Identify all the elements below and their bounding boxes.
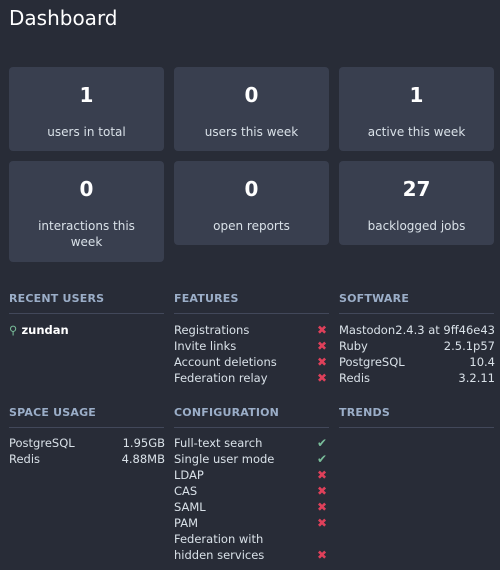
stat-value: 0 xyxy=(244,177,259,201)
config-row: LDAP ✖ xyxy=(174,467,327,483)
config-row: Single user mode ✔ xyxy=(174,451,327,467)
disabled-icon: ✖ xyxy=(316,323,327,337)
feature-row: Account deletions ✖ xyxy=(174,354,327,370)
config-row: SAML ✖ xyxy=(174,499,327,515)
disabled-icon: ✖ xyxy=(316,468,327,482)
software-row: Mastodon 2.4.3 at 9ff46e43 xyxy=(339,322,495,338)
stat-label: backlogged jobs xyxy=(367,219,466,233)
config-row: PAM ✖ xyxy=(174,515,327,531)
trends-heading: TRENDS xyxy=(339,406,390,419)
features-heading: FEATURES xyxy=(174,292,239,305)
stat-value: 1 xyxy=(79,83,94,107)
config-label: Federation with hidden services xyxy=(174,532,265,562)
config-row: Federation with hidden services ✖ xyxy=(174,531,327,563)
configuration-heading: CONFIGURATION xyxy=(174,406,280,419)
feature-row: Federation relay ✖ xyxy=(174,370,327,386)
config-label: PAM xyxy=(174,516,198,530)
page-title: Dashboard xyxy=(9,6,118,30)
software-version: 3.2.11 xyxy=(458,371,495,385)
config-row: Full-text search ✔ xyxy=(174,435,327,451)
software-version: 2.5.1p57 xyxy=(443,339,495,353)
disabled-icon: ✖ xyxy=(316,355,327,369)
stat-label: interactions this week xyxy=(38,219,135,249)
feature-row: Invite links ✖ xyxy=(174,338,327,354)
stat-card-users-total: 1 users in total xyxy=(9,67,164,151)
config-label: LDAP xyxy=(174,468,204,482)
software-name: PostgreSQL xyxy=(339,355,405,369)
section-divider xyxy=(174,427,329,428)
section-divider xyxy=(339,427,494,428)
section-divider xyxy=(174,313,329,314)
key-icon: ⚲ xyxy=(9,323,18,337)
space-usage-heading: SPACE USAGE xyxy=(9,406,97,419)
config-label: Single user mode xyxy=(174,452,275,466)
software-row: Redis 3.2.11 xyxy=(339,370,495,386)
stat-value: 0 xyxy=(244,83,259,107)
space-name: Redis xyxy=(9,452,41,466)
feature-row: Registrations ✖ xyxy=(174,322,327,338)
stat-label: users this week xyxy=(204,125,299,139)
software-name: Mastodon xyxy=(339,323,396,337)
stat-value: 0 xyxy=(79,177,94,201)
stat-label: open reports xyxy=(213,219,290,233)
stat-card-open-reports: 0 open reports xyxy=(174,161,329,245)
space-row: PostgreSQL 1.95GB xyxy=(9,435,165,451)
feature-label: Account deletions xyxy=(174,355,277,369)
recent-users-heading: RECENT USERS xyxy=(9,292,105,305)
recent-user-link[interactable]: ⚲ zundan xyxy=(9,322,69,338)
section-divider xyxy=(9,427,164,428)
software-version: 2.4.3 at 9ff46e43 xyxy=(395,323,495,337)
space-size: 1.95GB xyxy=(122,436,165,450)
enabled-icon: ✔ xyxy=(316,452,327,466)
software-heading: SOFTWARE xyxy=(339,292,410,305)
config-label: Full-text search xyxy=(174,436,263,450)
space-row: Redis 4.88MB xyxy=(9,451,165,467)
stat-value: 1 xyxy=(409,83,424,107)
stat-card-interactions-week: 0 interactions this week xyxy=(9,161,164,262)
software-name: Ruby xyxy=(339,339,368,353)
feature-label: Federation relay xyxy=(174,371,268,385)
enabled-icon: ✔ xyxy=(316,436,327,450)
stat-label: active this week xyxy=(367,125,466,139)
disabled-icon: ✖ xyxy=(316,516,327,530)
config-label: SAML xyxy=(174,500,206,514)
stat-card-users-week: 0 users this week xyxy=(174,67,329,151)
config-label: CAS xyxy=(174,484,198,498)
software-row: PostgreSQL 10.4 xyxy=(339,354,495,370)
software-row: Ruby 2.5.1p57 xyxy=(339,338,495,354)
section-divider xyxy=(339,313,494,314)
disabled-icon: ✖ xyxy=(316,500,327,514)
recent-user-name: zundan xyxy=(21,323,69,337)
software-version: 10.4 xyxy=(469,355,495,369)
stat-label: users in total xyxy=(47,125,126,139)
disabled-icon: ✖ xyxy=(316,339,327,353)
config-row: CAS ✖ xyxy=(174,483,327,499)
feature-label: Registrations xyxy=(174,323,250,337)
section-divider xyxy=(9,313,164,314)
stat-card-active-week: 1 active this week xyxy=(339,67,494,151)
disabled-icon: ✖ xyxy=(316,484,327,498)
software-name: Redis xyxy=(339,371,371,385)
disabled-icon: ✖ xyxy=(316,548,327,562)
disabled-icon: ✖ xyxy=(316,371,327,385)
stat-value: 27 xyxy=(402,177,431,201)
stat-card-backlogged-jobs: 27 backlogged jobs xyxy=(339,161,494,245)
space-size: 4.88MB xyxy=(121,452,165,466)
feature-label: Invite links xyxy=(174,339,237,353)
space-name: PostgreSQL xyxy=(9,436,75,450)
